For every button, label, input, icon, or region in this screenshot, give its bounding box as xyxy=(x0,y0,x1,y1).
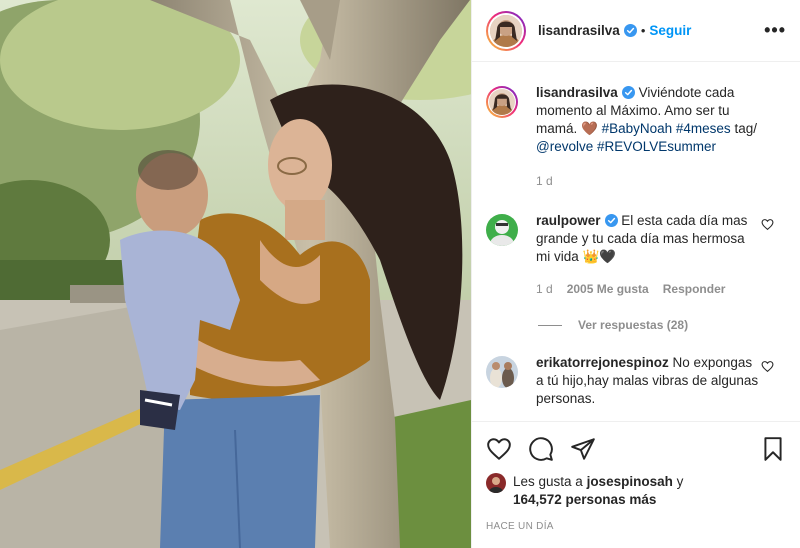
follow-button[interactable]: Seguir xyxy=(649,23,691,38)
likes-prefix: Les gusta a xyxy=(513,474,587,489)
comment-avatar-image xyxy=(486,356,518,388)
post-actions: Les gusta a josespinosah y 164,572 perso… xyxy=(472,421,800,548)
comment-item: raulpower El esta cada día mas grande y … xyxy=(486,212,786,298)
caption-time[interactable]: 1 d xyxy=(536,172,553,190)
caption-avatar-image xyxy=(489,89,515,115)
post-header: lisandrasilva • Seguir ••• xyxy=(472,0,800,62)
liker-username[interactable]: josespinosah xyxy=(587,474,673,489)
comment-icon[interactable] xyxy=(528,436,554,462)
post-timestamp[interactable]: HACE UN DÍA xyxy=(486,521,786,532)
likes-mid: y xyxy=(672,474,684,489)
comment-item: erikatorrejonespinoz No expongas a tú hi… xyxy=(486,354,786,408)
liker-avatar[interactable] xyxy=(486,473,506,493)
share-icon[interactable] xyxy=(570,436,596,462)
liker-avatar-image xyxy=(486,473,506,493)
action-icons xyxy=(486,434,786,464)
replies-divider xyxy=(538,324,562,326)
comment-username[interactable]: erikatorrejonespinoz xyxy=(536,355,669,370)
verified-badge-icon xyxy=(604,214,618,227)
comment-time[interactable]: 1 d xyxy=(536,280,553,298)
comment-likes[interactable]: 2005 Me gusta xyxy=(567,280,649,298)
heart-icon[interactable] xyxy=(761,360,774,373)
verified-badge-icon xyxy=(621,86,635,99)
caption-avatar[interactable] xyxy=(486,86,518,118)
comment-avatar[interactable] xyxy=(486,214,518,246)
comment-username[interactable]: raulpower xyxy=(536,213,601,228)
comments-section[interactable]: lisandrasilva Viviéndote cada momento al… xyxy=(472,62,800,421)
post-photo[interactable] xyxy=(0,0,471,548)
comment-avatar[interactable] xyxy=(486,356,518,388)
post-sidebar: lisandrasilva • Seguir ••• lisandrasilva… xyxy=(471,0,800,548)
heart-icon[interactable] xyxy=(761,218,774,231)
hashtag-babynoah[interactable]: #BabyNoah xyxy=(602,121,673,136)
view-replies-button[interactable]: Ver respuestas (28) xyxy=(538,318,786,332)
header-separator: • xyxy=(640,23,646,38)
caption-username[interactable]: lisandrasilva xyxy=(536,85,618,100)
author-avatar-image xyxy=(490,14,522,47)
hashtag-revolvesummer[interactable]: #REVOLVEsummer xyxy=(597,139,716,154)
view-replies-label: Ver respuestas (28) xyxy=(578,318,689,332)
likes-summary: Les gusta a josespinosah y 164,572 perso… xyxy=(486,473,786,509)
comment-avatar-image xyxy=(486,214,518,246)
likes-count[interactable]: 164,572 personas más xyxy=(513,492,656,507)
verified-badge-icon xyxy=(623,24,637,37)
bookmark-icon[interactable] xyxy=(760,436,786,462)
caption: lisandrasilva Viviéndote cada momento al… xyxy=(486,84,786,190)
hashtag-4meses[interactable]: #4meses xyxy=(676,121,731,136)
mention-revolve[interactable]: @revolve xyxy=(536,139,593,154)
author-username[interactable]: lisandrasilva xyxy=(538,23,620,38)
author-avatar[interactable] xyxy=(486,10,526,51)
caption-text-mid: tag/ xyxy=(730,121,757,136)
heart-icon[interactable] xyxy=(486,436,512,462)
reply-button[interactable]: Responder xyxy=(663,280,726,298)
more-options-icon[interactable]: ••• xyxy=(764,20,786,41)
post-image-illustration xyxy=(0,0,471,548)
